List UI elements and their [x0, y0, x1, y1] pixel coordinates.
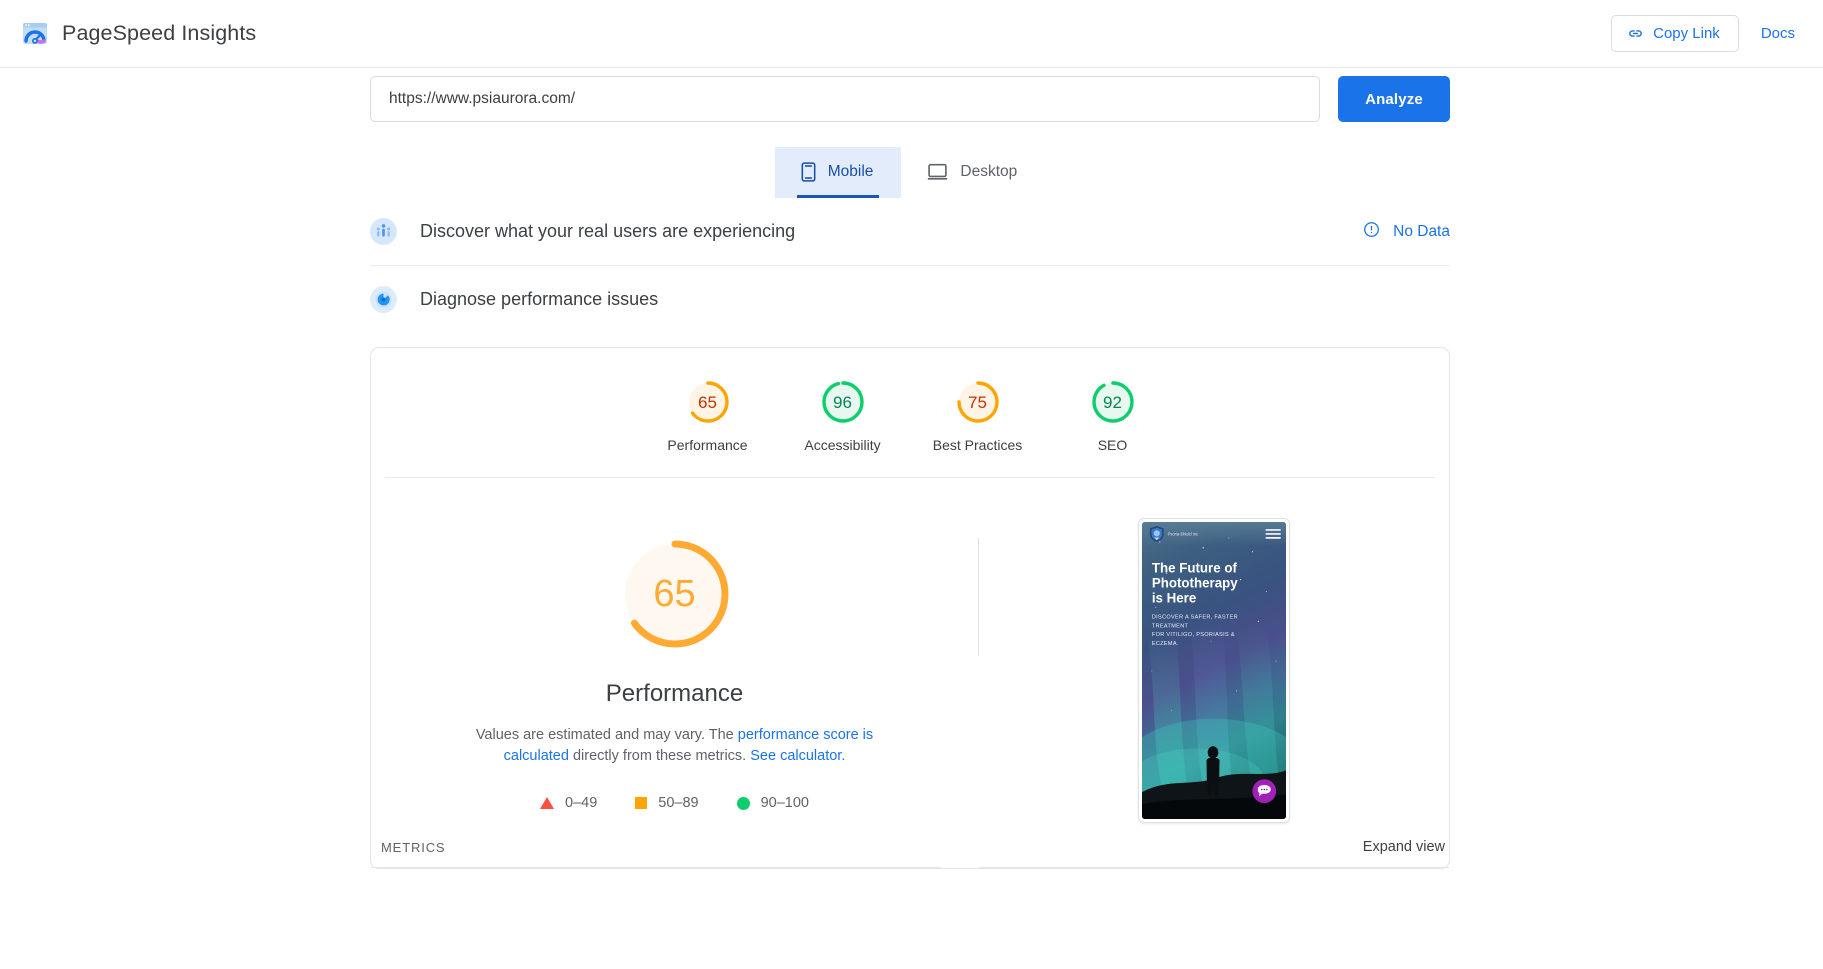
diagnose-gauge-icon: [370, 286, 397, 313]
copy-link-label: Copy Link: [1653, 25, 1720, 42]
link-icon: [1627, 25, 1644, 42]
score-legend: 0–49 50–89 90–100: [540, 795, 809, 811]
best-practices-gauge-icon: 75: [954, 378, 1002, 426]
desktop-monitor-icon: [927, 163, 948, 181]
pagespeed-logo-icon: [22, 21, 48, 47]
lab-data-section: Diagnose performance issues: [370, 266, 1450, 333]
tab-desktop[interactable]: Desktop: [901, 147, 1045, 198]
url-row: Analyze: [370, 68, 1450, 122]
screenshot-pane: Psoria-Shield Inc The Future of Photothe…: [979, 516, 1449, 823]
triangle-icon: [540, 797, 554, 810]
performance-large-value: 65: [653, 573, 696, 615]
performance-pane: 65 Performance Values are estimated and …: [371, 516, 978, 823]
app-header: PageSpeed Insights Copy Link Docs: [0, 0, 1823, 68]
accessibility-score-value: 96: [833, 392, 852, 412]
legend-item-good: 90–100: [736, 795, 809, 812]
svg-text:The Future of: The Future of: [1152, 561, 1238, 576]
page-title: PageSpeed Insights: [62, 21, 257, 45]
results-card: 65 Performance 96 Accessibility 75 Best …: [370, 347, 1450, 869]
performance-score-value: 65: [698, 392, 717, 412]
form-factor-tabs: Mobile Desktop: [370, 147, 1450, 198]
accessibility-score-label: Accessibility: [804, 437, 881, 453]
circle-icon: [736, 796, 750, 810]
metrics-rules: [371, 867, 1449, 868]
brand[interactable]: PageSpeed Insights: [22, 21, 256, 47]
svg-text:TREATMENT: TREATMENT: [1152, 623, 1189, 629]
performance-gauge-icon: 65: [684, 378, 732, 426]
content-column: Analyze Mobile: [370, 68, 1450, 869]
phone-frame: Psoria-Shield Inc The Future of Photothe…: [1138, 518, 1290, 823]
metrics-footer: METRICS Expand view: [371, 839, 1449, 867]
rule-right: [979, 867, 1449, 868]
tab-desktop-label: Desktop: [960, 163, 1018, 180]
svg-text:Phototherapy: Phototherapy: [1152, 576, 1238, 591]
info-circle-icon[interactable]: [1363, 221, 1380, 243]
performance-score-label: Performance: [667, 437, 748, 453]
legend-item-average: 50–89: [635, 795, 699, 812]
metrics-section-label: METRICS: [381, 840, 446, 855]
seo-gauge-icon: 92: [1089, 378, 1137, 426]
header-actions: Copy Link Docs: [1611, 15, 1795, 52]
svg-text:Psoria-Shield Inc: Psoria-Shield Inc: [1168, 531, 1198, 536]
performance-description: Values are estimated and may vary. The p…: [465, 725, 885, 766]
page-screenshot[interactable]: Psoria-Shield Inc The Future of Photothe…: [1142, 522, 1286, 819]
page-root: PageSpeed Insights Copy Link Docs Analyz…: [0, 0, 1823, 869]
seo-score-value: 92: [1103, 392, 1122, 412]
svg-text:ECZEMA.: ECZEMA.: [1152, 641, 1179, 647]
real-users-icon: [370, 218, 397, 245]
analyze-button[interactable]: Analyze: [1338, 76, 1450, 122]
no-data-status[interactable]: No Data: [1393, 223, 1450, 241]
lab-data-title: Diagnose performance issues: [420, 289, 659, 309]
best-practices-score-label: Best Practices: [932, 437, 1023, 453]
tab-mobile[interactable]: Mobile: [774, 147, 902, 198]
square-icon: [635, 797, 648, 810]
rule-left: [371, 867, 941, 868]
score-accessibility[interactable]: 96 Accessibility: [775, 378, 910, 453]
docs-link[interactable]: Docs: [1761, 25, 1795, 42]
category-scores: 65 Performance 96 Accessibility 75 Best …: [385, 348, 1435, 478]
best-practices-score-value: 75: [968, 392, 987, 412]
url-input[interactable]: [370, 76, 1320, 122]
score-best-practices[interactable]: 75 Best Practices: [910, 378, 1045, 453]
legend-label-poor: 0–49: [565, 795, 598, 812]
see-calculator-link[interactable]: See calculator.: [750, 748, 845, 764]
performance-heading: Performance: [605, 680, 744, 707]
score-seo[interactable]: 92 SEO: [1045, 378, 1180, 453]
seo-score-label: SEO: [1097, 437, 1128, 453]
performance-large-gauge: 65: [615, 534, 735, 654]
mobile-phone-icon: [801, 162, 816, 182]
legend-item-poor: 0–49: [540, 795, 597, 811]
expand-view-button[interactable]: Expand view: [1363, 839, 1449, 867]
svg-text:is Here: is Here: [1152, 590, 1196, 605]
legend-label-good: 90–100: [760, 795, 809, 812]
desc-text-2: directly from these metrics.: [568, 747, 751, 764]
field-data-title: Discover what your real users are experi…: [420, 221, 796, 241]
svg-text:DISCOVER A SAFER, FASTER: DISCOVER A SAFER, FASTER: [1152, 614, 1238, 620]
legend-label-average: 50–89: [658, 795, 699, 812]
desc-text-1: Values are estimated and may vary. The: [475, 727, 738, 743]
accessibility-gauge-icon: 96: [819, 378, 867, 426]
field-data-section: Discover what your real users are experi…: [370, 198, 1450, 266]
svg-text:FOR VITILIGO, PSORIASIS &: FOR VITILIGO, PSORIASIS &: [1152, 632, 1235, 638]
tab-mobile-label: Mobile: [827, 163, 874, 180]
copy-link-button[interactable]: Copy Link: [1611, 15, 1739, 52]
performance-overview: 65 Performance Values are estimated and …: [371, 478, 1449, 823]
score-performance[interactable]: 65 Performance: [640, 378, 775, 453]
